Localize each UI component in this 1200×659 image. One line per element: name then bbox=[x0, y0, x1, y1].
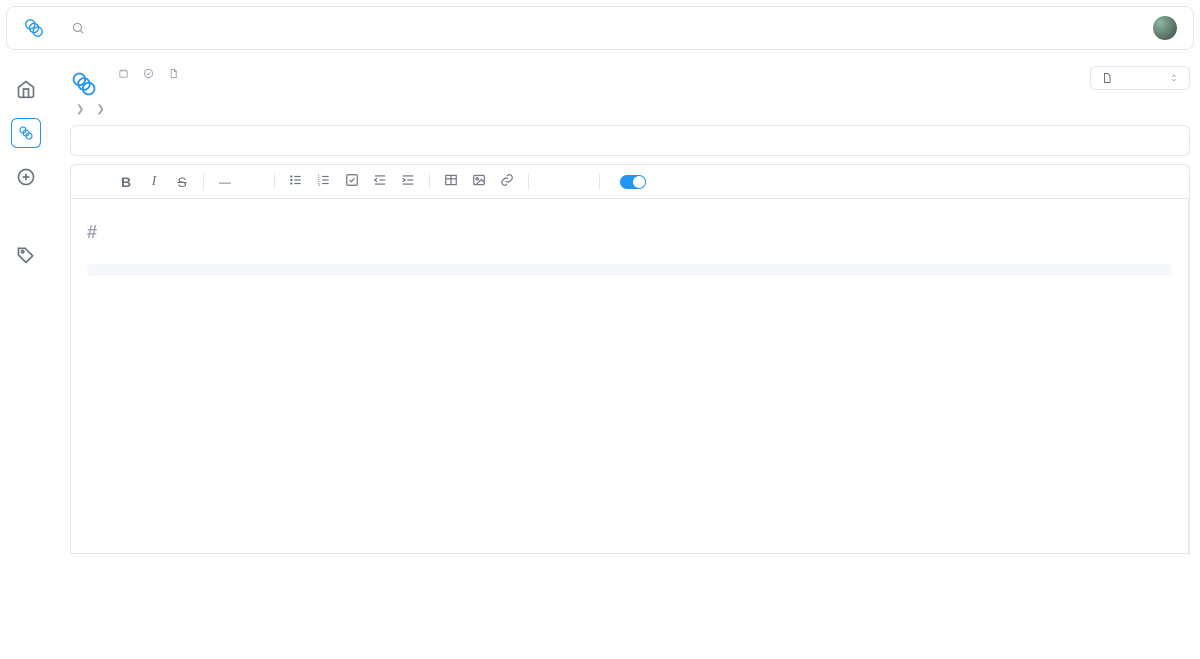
markdown-source-pane[interactable]: # bbox=[71, 199, 1189, 553]
image-icon bbox=[472, 173, 486, 187]
meta-row bbox=[108, 68, 183, 79]
tb-link[interactable] bbox=[500, 173, 514, 190]
search-icon bbox=[71, 21, 85, 35]
ul-icon bbox=[289, 173, 303, 187]
tb-strike[interactable]: S bbox=[175, 174, 189, 190]
topbar bbox=[6, 6, 1194, 50]
scroll-sync-toggle[interactable] bbox=[614, 175, 646, 189]
check-square-icon bbox=[345, 173, 359, 187]
meta-doc bbox=[168, 68, 183, 79]
doc-icon bbox=[168, 68, 179, 79]
meta-check bbox=[143, 68, 158, 79]
doc-icon bbox=[1101, 72, 1113, 84]
wiki-type-select[interactable] bbox=[1090, 66, 1190, 90]
link-icon bbox=[500, 173, 514, 187]
search-container bbox=[71, 21, 291, 36]
chain-icon bbox=[17, 124, 35, 142]
sidenav-home[interactable] bbox=[11, 74, 41, 104]
table-icon bbox=[444, 173, 458, 187]
check-circle-icon bbox=[143, 68, 154, 79]
tb-hr[interactable]: — bbox=[218, 175, 232, 189]
chevron-right-icon: ❯ bbox=[76, 104, 84, 115]
tb-ul[interactable] bbox=[289, 173, 303, 190]
box-icon bbox=[118, 68, 129, 79]
wiki-title-input[interactable] bbox=[70, 125, 1190, 156]
tb-ol[interactable]: 123 bbox=[317, 173, 331, 190]
sidenav-links[interactable] bbox=[11, 118, 41, 148]
plus-circle-icon bbox=[16, 167, 36, 187]
tb-italic[interactable]: I bbox=[147, 174, 161, 190]
toggle-switch-icon bbox=[620, 175, 646, 189]
ol-icon: 123 bbox=[317, 173, 331, 187]
indent-icon bbox=[401, 173, 415, 187]
brand[interactable] bbox=[23, 17, 51, 39]
page-icon bbox=[70, 70, 98, 98]
tag-icon bbox=[16, 245, 36, 265]
tb-outdent[interactable] bbox=[373, 173, 387, 190]
editor-toolbar: B I S — 123 bbox=[70, 164, 1190, 199]
meta-box bbox=[118, 68, 133, 79]
sidenav-add[interactable] bbox=[11, 162, 41, 192]
home-icon bbox=[16, 79, 36, 99]
sidenav-tag[interactable] bbox=[11, 240, 41, 270]
tb-table[interactable] bbox=[444, 173, 458, 190]
tb-bold[interactable]: B bbox=[119, 174, 133, 190]
tb-indent[interactable] bbox=[401, 173, 415, 190]
outdent-icon bbox=[373, 173, 387, 187]
chevron-right-icon: ❯ bbox=[96, 104, 104, 115]
svg-text:3: 3 bbox=[318, 182, 321, 187]
tb-task[interactable] bbox=[345, 173, 359, 190]
tb-image[interactable] bbox=[472, 173, 486, 190]
sidenav bbox=[0, 56, 52, 574]
avatar[interactable] bbox=[1153, 16, 1177, 40]
updown-icon bbox=[1169, 73, 1179, 83]
breadcrumb: ❯ ❯ bbox=[70, 104, 1190, 115]
search-input[interactable] bbox=[91, 21, 291, 36]
brand-logo-icon bbox=[23, 17, 45, 39]
